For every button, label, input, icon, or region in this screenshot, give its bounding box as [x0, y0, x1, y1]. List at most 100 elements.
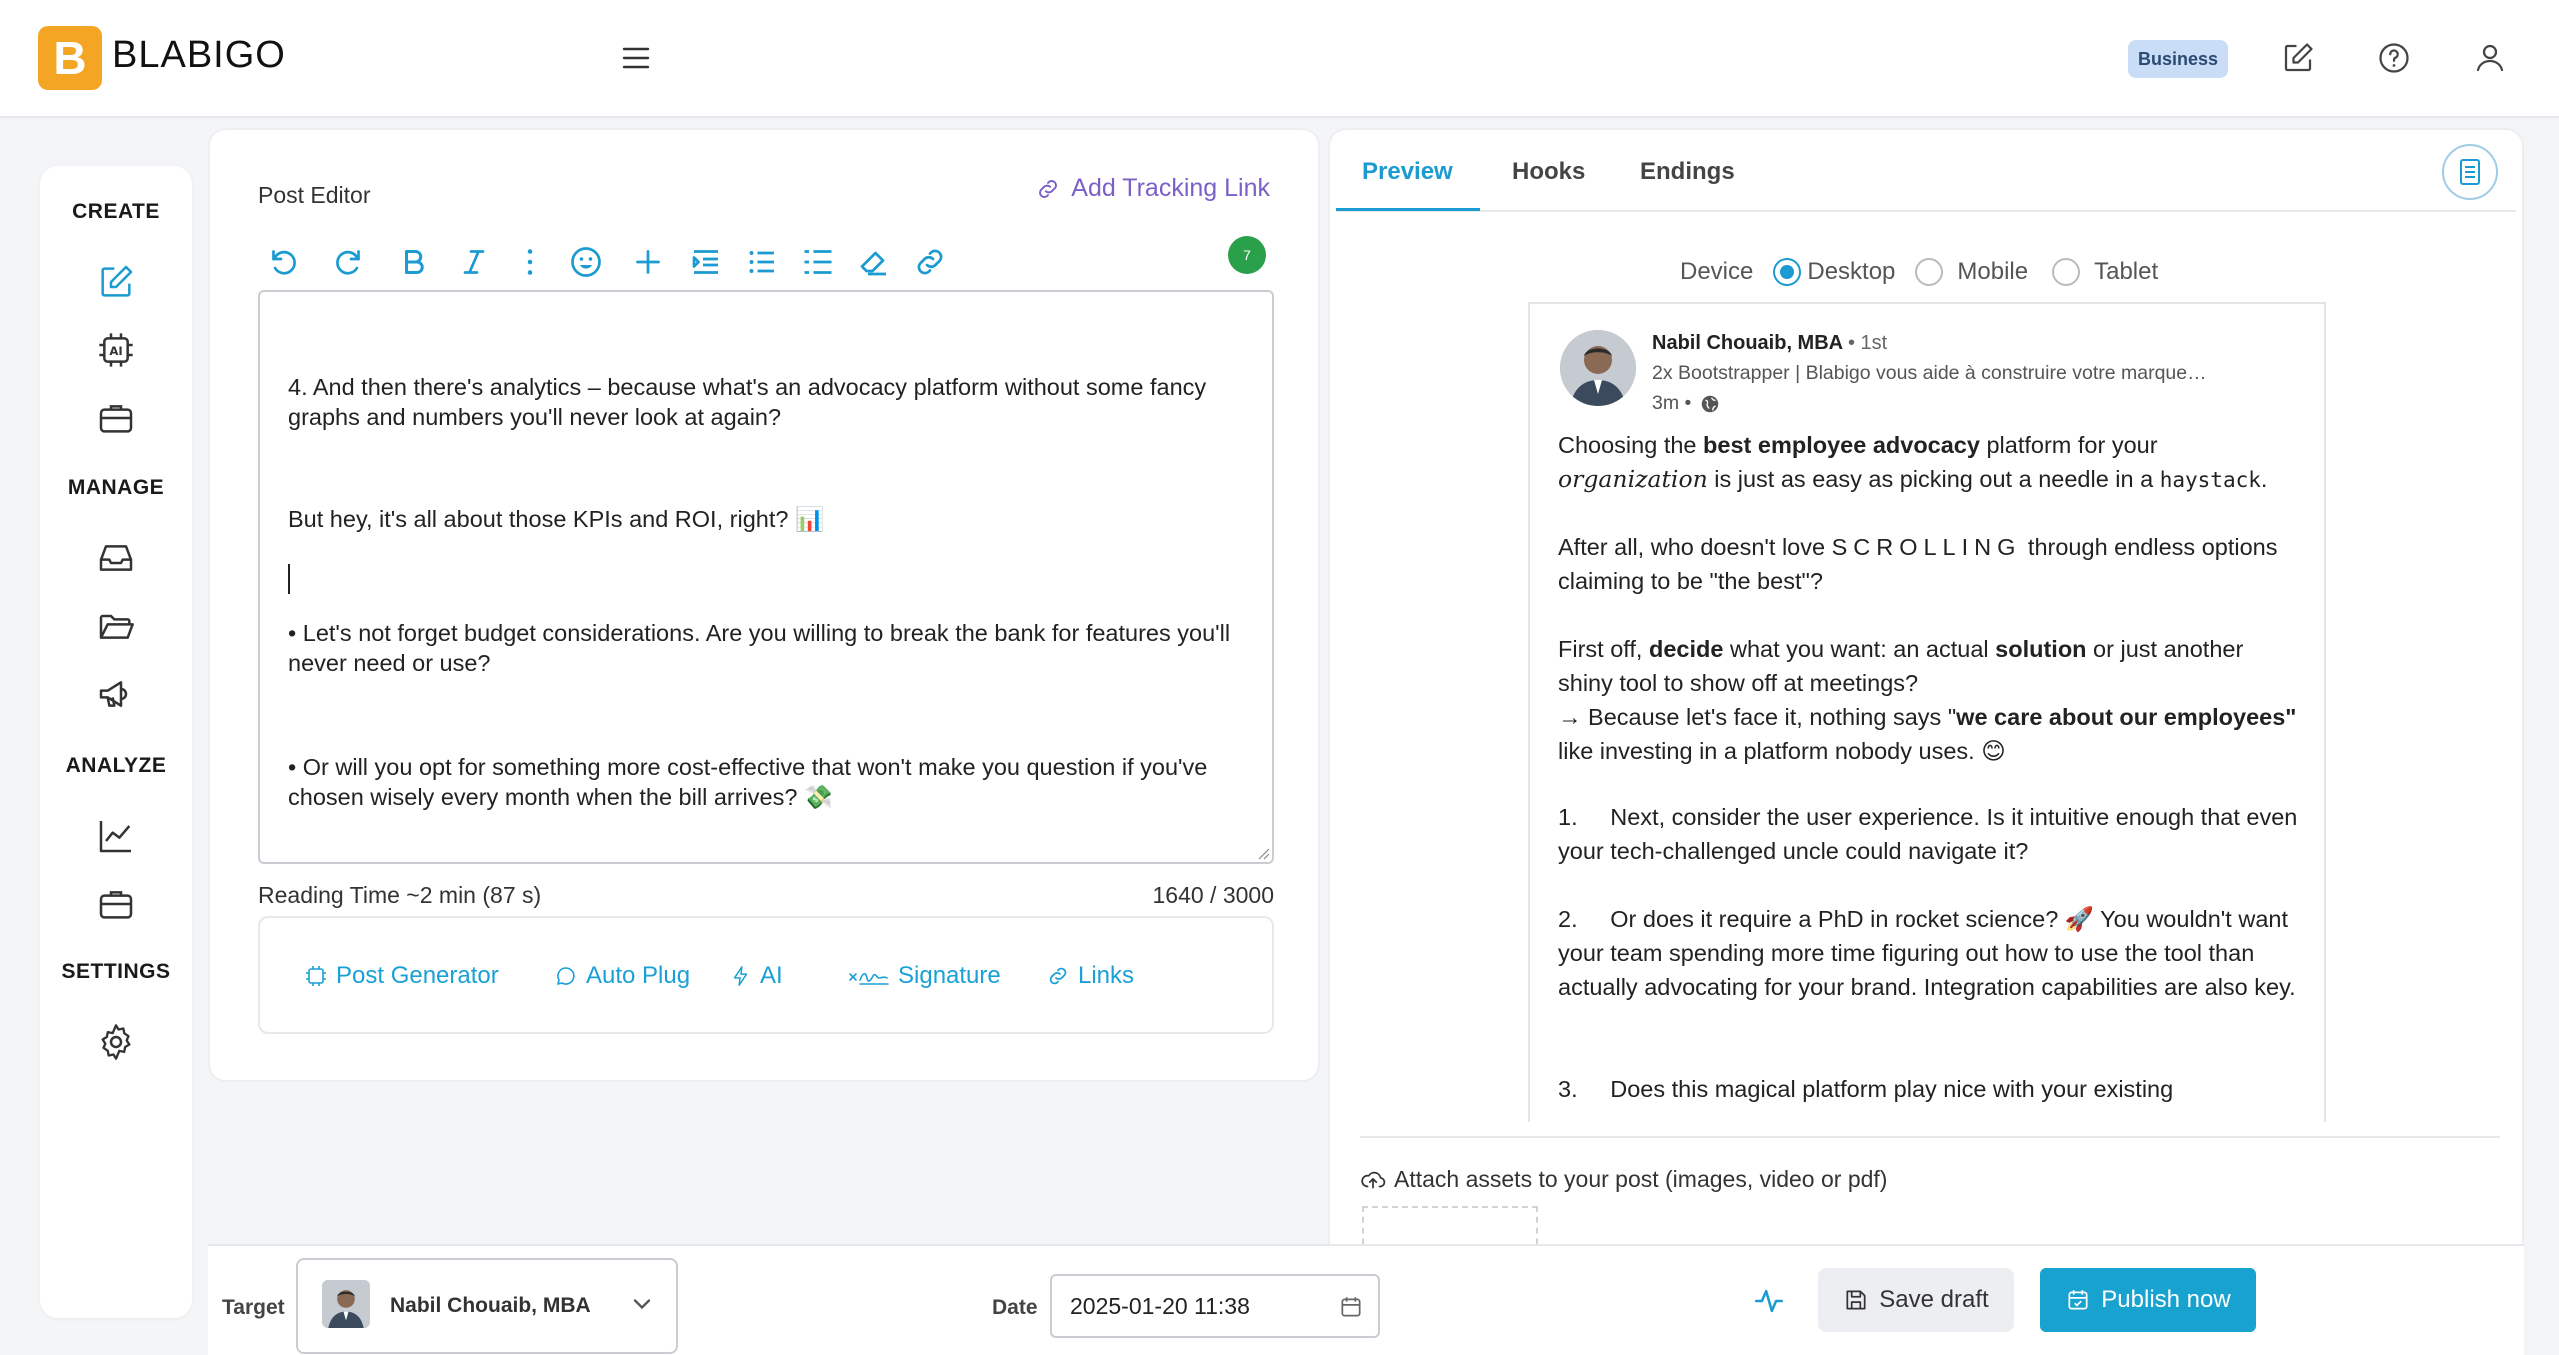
post-paragraph: Choosing the best employee advocacy plat… — [1558, 428, 2298, 497]
attach-assets-button[interactable]: Attach assets to your post (images, vide… — [1360, 1166, 1887, 1193]
author-name-text: Nabil Chouaib, MBA — [1652, 332, 1843, 354]
target-select[interactable]: Nabil Chouaib, MBA — [296, 1258, 678, 1354]
compose-icon[interactable] — [96, 262, 136, 302]
tracking-link-label: Add Tracking Link — [1071, 174, 1270, 202]
preview-tabs: Preview Hooks Endings — [1336, 130, 2516, 212]
connection-degree: • 1st — [1847, 332, 1888, 354]
asset-dropzone[interactable] — [1362, 1206, 1538, 1248]
ai-count-badge[interactable]: 7 — [1228, 236, 1266, 274]
ai-label: AI — [760, 962, 783, 989]
ai-button[interactable]: AI — [730, 962, 783, 990]
top-bar: B BLABIGO Business — [0, 0, 2559, 118]
preview-panel: Preview Hooks Endings Device Desktop Mob… — [1328, 128, 2524, 1248]
post-text-area[interactable]: 4. And then there's analytics – because … — [258, 290, 1274, 864]
plus-icon[interactable] — [630, 244, 666, 280]
megaphone-icon[interactable] — [96, 674, 136, 714]
target-avatar — [322, 1280, 370, 1328]
target-name: Nabil Chouaib, MBA — [390, 1294, 591, 1317]
chevron-down-icon — [633, 1299, 651, 1310]
divider — [1360, 1136, 2500, 1138]
document-view-button[interactable] — [2442, 144, 2498, 200]
device-radio-desktop[interactable] — [1773, 258, 1802, 286]
bottom-bar: Target Nabil Chouaib, MBA Date 2025-01-2… — [208, 1244, 2524, 1355]
ai-chip-icon — [306, 966, 326, 986]
chart-line-icon[interactable] — [96, 816, 136, 856]
editor-paragraph: • Let's not forget budget considerations… — [288, 620, 1237, 676]
device-radio-mobile[interactable] — [1915, 258, 1944, 286]
help-icon[interactable] — [2376, 40, 2412, 76]
save-draft-button[interactable]: Save draft — [1818, 1268, 2014, 1332]
device-tablet-label[interactable]: Tablet — [2094, 258, 2158, 286]
date-label: Date — [992, 1296, 1038, 1319]
gear-icon[interactable] — [96, 1022, 136, 1062]
text-bold: decide — [1648, 636, 1724, 662]
text: platform for your — [1979, 432, 2165, 458]
editor-paragraph: • Or will you opt for something more cos… — [288, 754, 1214, 810]
brand-name[interactable]: BLABIGO — [112, 34, 286, 77]
auto-plug-button[interactable]: Auto Plug — [554, 962, 690, 990]
text: . — [2260, 466, 2268, 492]
auto-plug-label: Auto Plug — [586, 962, 691, 989]
user-icon[interactable] — [2472, 40, 2508, 76]
publish-now-label: Publish now — [2101, 1286, 2231, 1313]
links-button[interactable]: Links — [1046, 962, 1134, 990]
text-bold: we care about our employees" — [1956, 704, 2297, 730]
numbered-list-icon[interactable] — [800, 244, 836, 280]
briefcase-analytics-icon[interactable] — [96, 884, 136, 924]
indent-icon[interactable] — [688, 244, 724, 280]
post-time-text: 3m • — [1652, 392, 1692, 414]
post-generator-button[interactable]: Post Generator — [304, 962, 499, 990]
add-tracking-link-button[interactable]: Add Tracking Link — [1035, 174, 1270, 203]
device-selector: Device Desktop Mobile Tablet — [1680, 258, 2158, 286]
emoji-icon[interactable] — [568, 244, 604, 280]
italic-icon[interactable] — [456, 244, 492, 280]
brand-logo[interactable]: B — [38, 26, 102, 90]
text: Choosing the — [1558, 432, 1704, 458]
bold-icon[interactable] — [396, 244, 432, 280]
device-mobile-label[interactable]: Mobile — [1957, 258, 2028, 286]
text-italic: organization — [1558, 465, 1708, 493]
text: is just as easy as picking out a needle … — [1707, 466, 2160, 492]
post-paragraph: After all, who doesn't love SCROLLING th… — [1558, 530, 2298, 598]
device-desktop-label[interactable]: Desktop — [1807, 258, 1895, 286]
text-spaced: SCROLLING — [1831, 534, 2022, 560]
link-format-icon[interactable] — [912, 244, 948, 280]
activity-icon[interactable] — [1752, 1284, 1786, 1318]
post-editor-card: Post Editor Add Tracking Link 7 4. And t… — [208, 128, 1320, 1082]
device-radio-tablet[interactable] — [2052, 258, 2081, 286]
briefcase-icon[interactable] — [96, 398, 136, 438]
date-value: 2025-01-20 11:38 — [1070, 1293, 1250, 1319]
inbox-icon[interactable] — [96, 538, 136, 578]
links-label: Links — [1078, 962, 1135, 989]
more-options-icon[interactable] — [512, 244, 548, 280]
publish-now-button[interactable]: Publish now — [2040, 1268, 2256, 1332]
text: what you want: an actual — [1723, 636, 1996, 662]
tab-preview[interactable]: Preview — [1362, 158, 1453, 186]
date-input[interactable]: 2025-01-20 11:38 — [1050, 1274, 1380, 1338]
signature-button[interactable]: Signature — [848, 962, 1001, 990]
post-time: 3m • — [1652, 392, 1721, 415]
tab-hooks[interactable]: Hooks — [1512, 158, 1585, 186]
nav-heading-manage: MANAGE — [67, 476, 165, 499]
edit-icon[interactable] — [2280, 40, 2316, 76]
target-label: Target — [222, 1296, 285, 1319]
tab-endings[interactable]: Endings — [1640, 158, 1735, 186]
editor-paragraph: But hey, it's all about those KPIs and R… — [288, 506, 825, 532]
post-generator-label: Post Generator — [336, 962, 499, 989]
text: First off, — [1558, 636, 1649, 662]
eraser-icon[interactable] — [856, 244, 892, 280]
folder-open-icon[interactable] — [96, 606, 136, 646]
resize-handle-icon[interactable] — [1256, 846, 1270, 860]
bullet-list-icon[interactable] — [744, 244, 780, 280]
redo-icon[interactable] — [330, 244, 366, 280]
signature-icon — [849, 972, 889, 985]
lightning-icon — [733, 966, 748, 986]
text: → Because let's face it, nothing says " — [1558, 704, 1957, 730]
post-paragraph: 3. Does this magical platform play nice … — [1558, 1076, 2174, 1102]
globe-icon — [1702, 395, 1719, 412]
calendar-icon[interactable] — [1338, 1294, 1364, 1320]
menu-icon[interactable] — [618, 40, 654, 76]
editor-toolbar — [258, 234, 1278, 290]
ai-chip-icon[interactable]: AI — [96, 330, 136, 370]
undo-icon[interactable] — [266, 244, 302, 280]
